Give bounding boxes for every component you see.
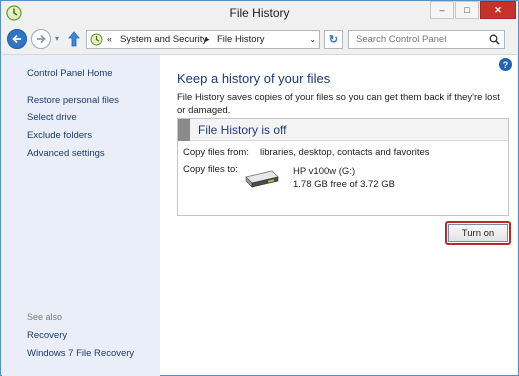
close-button[interactable]: ✕ [480, 1, 516, 19]
sidebar-item-exclude-folders[interactable]: Exclude folders [27, 130, 92, 141]
see-also-heading: See also [27, 312, 63, 322]
sidebar-item-restore-personal-files[interactable]: Restore personal files [27, 95, 119, 106]
turn-on-button[interactable]: Turn on [448, 224, 508, 242]
forward-arrow-icon [37, 34, 46, 44]
copy-from-label: Copy files from: [183, 147, 249, 158]
navigation-bar: ▾ « System and Security ▸ File History ⌄… [1, 27, 518, 53]
sidebar-item-advanced-settings[interactable]: Advanced settings [27, 148, 105, 159]
drive-name: HP v100w (G:) [293, 166, 356, 177]
back-button[interactable] [7, 29, 27, 49]
breadcrumb-file-history[interactable]: File History [217, 34, 265, 45]
status-bar-indicator [178, 119, 190, 141]
address-bar[interactable]: « System and Security ▸ File History ⌄ [86, 30, 320, 49]
address-dropdown[interactable]: ⌄ [309, 35, 316, 44]
sidebar-item-select-drive[interactable]: Select drive [27, 112, 77, 123]
usb-drive-icon [245, 170, 279, 188]
window-controls: – □ ✕ [430, 1, 516, 19]
file-history-window: File History – □ ✕ ▾ « System and Securi… [0, 0, 519, 376]
back-arrow-icon [12, 34, 21, 44]
sidebar-item-control-panel-home[interactable]: Control Panel Home [27, 68, 113, 79]
refresh-icon: ↻ [328, 34, 339, 46]
content-area: Control Panel Home Restore personal file… [2, 54, 517, 376]
maximize-button[interactable]: □ [455, 1, 479, 19]
sidebar-item-recovery[interactable]: Recovery [27, 330, 67, 341]
status-header: File History is off [178, 119, 508, 141]
help-icon[interactable]: ? [499, 58, 512, 71]
up-arrow-icon[interactable] [67, 30, 81, 48]
sidebar: Control Panel Home Restore personal file… [2, 55, 160, 376]
breadcrumb-separator[interactable]: ▸ [205, 34, 210, 45]
search-icon[interactable] [489, 34, 500, 45]
address-overflow[interactable]: « [107, 34, 112, 44]
minimize-button[interactable]: – [430, 1, 454, 19]
copy-to-label: Copy files to: [183, 164, 238, 175]
sidebar-item-windows-7-file-recovery[interactable]: Windows 7 File Recovery [27, 348, 134, 359]
page-description: File History saves copies of your files … [177, 92, 500, 116]
search-box[interactable] [348, 30, 505, 49]
recent-pages-dropdown[interactable]: ▾ [55, 34, 59, 43]
breadcrumb-system-and-security[interactable]: System and Security [120, 34, 207, 45]
page-title: Keep a history of your files [177, 71, 331, 86]
forward-button[interactable] [31, 29, 51, 49]
title-bar: File History – □ ✕ [1, 1, 518, 26]
status-title: File History is off [198, 123, 287, 137]
search-input[interactable] [349, 31, 485, 48]
control-panel-icon [90, 33, 103, 46]
drive-free-space: 1.78 GB free of 3.72 GB [293, 179, 395, 190]
main-panel: ? Keep a history of your files File Hist… [160, 55, 517, 376]
refresh-button[interactable]: ↻ [324, 30, 343, 49]
turn-on-highlight: Turn on [445, 221, 511, 245]
copy-from-value: libraries, desktop, contacts and favorit… [260, 147, 430, 158]
